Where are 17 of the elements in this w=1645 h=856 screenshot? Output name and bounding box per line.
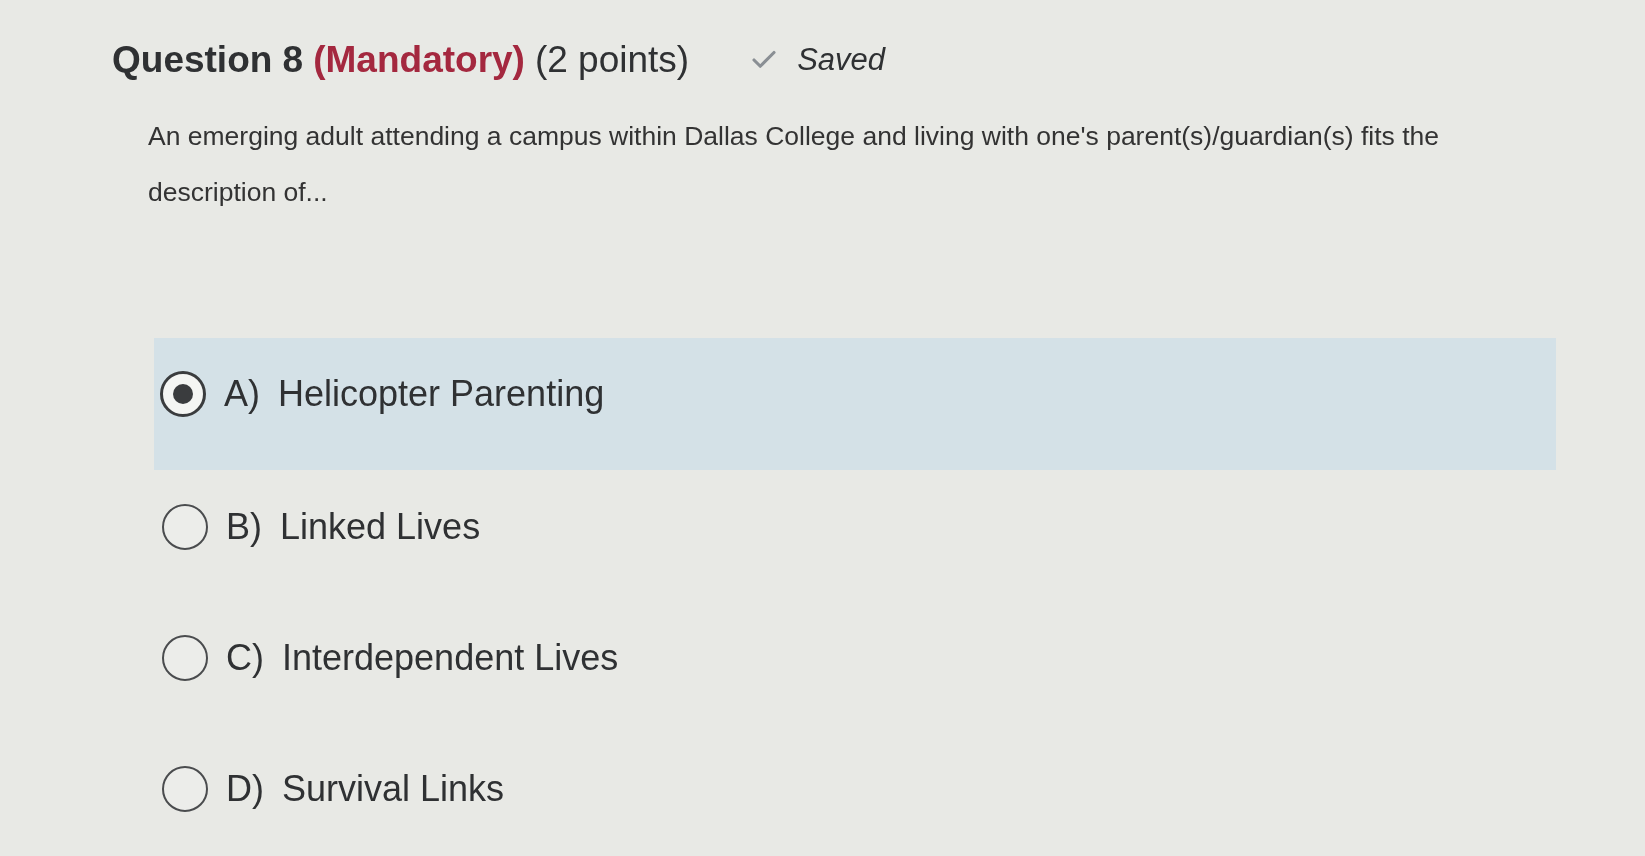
option-label: Interdependent Lives [282,636,619,680]
mandatory-label: (Mandatory) [313,38,525,83]
radio-button[interactable] [162,766,208,812]
option-letter: A) [224,372,260,416]
option-label: Helicopter Parenting [278,372,605,416]
save-status: Saved [797,40,886,79]
option-label: Linked Lives [280,505,481,549]
radio-button[interactable] [162,504,208,550]
option-letter: B) [226,505,262,549]
question-title: Question 8 [112,38,304,83]
option-label: Survival Links [282,767,505,811]
question-text: An emerging adult attending a campus within Dallas College and living with one's parent(s)/guardian(s) fits the description of... [148,120,1440,209]
radio-button[interactable] [162,635,208,681]
points-label: (2 points) [534,38,690,83]
radio-button[interactable] [160,371,206,417]
option-letter: D) [226,767,264,811]
option-letter: C) [226,636,264,680]
